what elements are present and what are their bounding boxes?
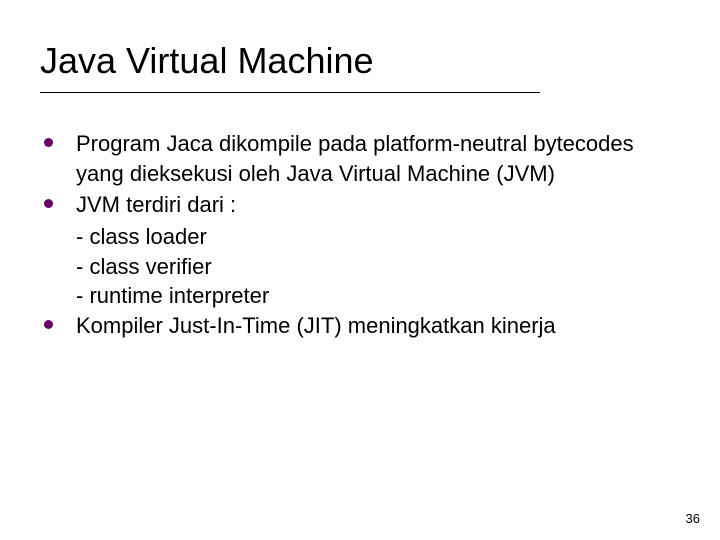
slide-content: Program Jaca dikompile pada platform-neu…	[40, 129, 680, 341]
sub-item: - runtime interpreter	[40, 281, 680, 311]
list-item: Program Jaca dikompile pada platform-neu…	[40, 129, 680, 188]
bullet-icon	[40, 311, 76, 329]
list-item: Kompiler Just-In-Time (JIT) meningkatkan…	[40, 311, 680, 341]
bullet-icon	[40, 190, 76, 208]
list-item: JVM terdiri dari :	[40, 190, 680, 220]
sub-item: - class loader	[40, 222, 680, 252]
sub-item: - class verifier	[40, 252, 680, 282]
bullet-text: Program Jaca dikompile pada platform-neu…	[76, 129, 680, 188]
page-number: 36	[686, 511, 700, 526]
bullet-text: Kompiler Just-In-Time (JIT) meningkatkan…	[76, 311, 680, 341]
slide: Java Virtual Machine Program Jaca dikomp…	[0, 0, 720, 540]
slide-title: Java Virtual Machine	[40, 40, 540, 93]
bullet-icon	[40, 129, 76, 147]
bullet-text: JVM terdiri dari :	[76, 190, 680, 220]
